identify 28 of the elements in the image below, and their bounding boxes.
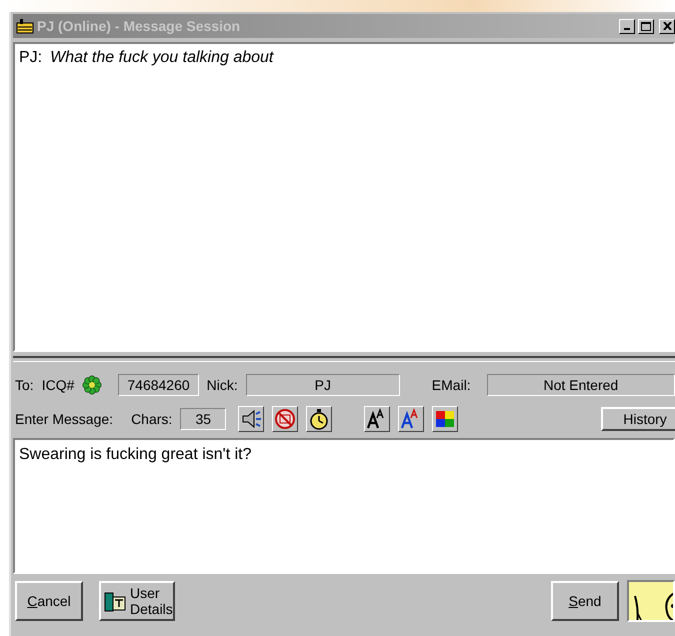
maximize-icon xyxy=(641,22,651,30)
nick-field: PJ xyxy=(246,374,400,396)
enter-message-label: Enter Message: xyxy=(15,410,114,429)
email-label: EMail: xyxy=(432,376,471,394)
to-label: To: xyxy=(15,376,34,394)
email-field: Not Entered xyxy=(486,374,675,396)
uin-field: 74684260 xyxy=(118,374,199,396)
user-card-icon xyxy=(104,590,126,612)
color-palette-icon[interactable] xyxy=(432,406,458,432)
sender-name: PJ: xyxy=(19,48,42,68)
message-input[interactable]: Swearing is fucking great isn't it? xyxy=(13,438,675,574)
send-button[interactable]: Send xyxy=(551,581,619,621)
char-count-field: 35 xyxy=(180,408,226,430)
icq-label: ICQ# xyxy=(42,376,74,395)
history-button[interactable]: History xyxy=(601,407,675,431)
speaker-icon[interactable] xyxy=(238,406,264,432)
app-icon xyxy=(16,18,34,34)
stopwatch-icon[interactable] xyxy=(306,406,332,432)
close-icon xyxy=(662,22,672,30)
message-text: What the fuck you talking about xyxy=(50,48,274,68)
font-color-icon[interactable] xyxy=(398,406,424,432)
window-title: PJ (Online) - Message Session xyxy=(37,16,240,36)
font-icon[interactable] xyxy=(364,406,390,432)
chars-label: Chars: xyxy=(131,410,172,428)
no-chat-icon[interactable] xyxy=(272,406,298,432)
user-details-button[interactable]: User Details xyxy=(99,581,175,621)
cancel-button[interactable]: Cancel xyxy=(15,581,83,621)
nick-label: Nick: xyxy=(206,376,238,394)
